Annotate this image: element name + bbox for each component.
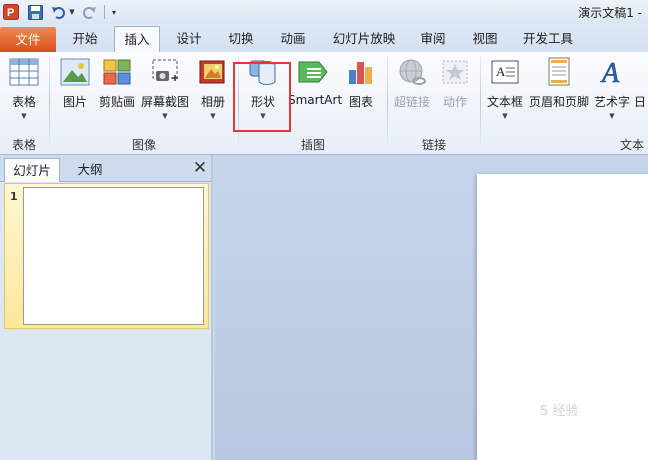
tab-slideshow[interactable]: 幻灯片放映 <box>326 26 402 52</box>
tab-animations[interactable]: 动画 <box>270 26 316 52</box>
tab-slides[interactable]: 幻灯片 <box>4 158 60 182</box>
smartart-button[interactable]: SmartArt <box>288 56 343 128</box>
hyperlink-label: 超链接 <box>393 95 430 109</box>
group-label-images: 图像 <box>131 138 156 152</box>
textbox-icon: A <box>489 56 521 88</box>
clipart-icon <box>101 56 133 88</box>
group-label-illustrations: 插图 <box>300 138 325 152</box>
hyperlink-globe-icon <box>396 56 428 88</box>
chevron-down-icon: ▼ <box>162 112 168 120</box>
smartart-icon <box>297 56 329 88</box>
picture-button[interactable]: 图片 <box>56 56 94 128</box>
chart-icon <box>345 56 377 88</box>
clipart-button[interactable]: 剪贴画 <box>96 56 138 128</box>
picture-label: 图片 <box>62 95 87 109</box>
shapes-highlight-box <box>233 62 291 132</box>
action-button[interactable]: 动作 <box>436 56 474 128</box>
tab-view[interactable]: 视图 <box>462 26 508 52</box>
ribbon-tab-row: 文件 开始 插入 设计 切换 动画 幻灯片放映 审阅 视图 开发工具 <box>0 24 648 54</box>
table-button[interactable]: 表格 ▼ <box>2 56 46 128</box>
tab-outline[interactable]: 大纲 <box>62 158 118 181</box>
header-footer-button[interactable]: 页眉和页脚 <box>528 56 590 128</box>
album-button[interactable]: 相册 ▼ <box>194 56 232 128</box>
date-icon <box>634 56 648 88</box>
action-label: 动作 <box>442 95 467 109</box>
group-label-text: 文本 <box>620 138 645 152</box>
ribbon-insert: 表格 ▼ 表格 图片 剪贴画 屏幕截图 ▼ 相册 ▼ 图像 形状 ▼ Smart… <box>0 52 648 155</box>
group-divider <box>480 56 481 150</box>
svg-text:A: A <box>496 64 506 79</box>
screenshot-icon <box>149 56 181 88</box>
hyperlink-button[interactable]: 超链接 <box>390 56 434 128</box>
tab-design[interactable]: 设计 <box>166 26 212 52</box>
close-icon[interactable]: ✕ <box>192 160 208 177</box>
action-star-icon <box>439 56 471 88</box>
chart-label: 图表 <box>348 95 373 109</box>
date-label: 日 <box>634 95 647 109</box>
table-icon <box>8 56 40 88</box>
tab-insert[interactable]: 插入 <box>114 26 160 54</box>
tab-file[interactable]: 文件 <box>0 27 56 52</box>
powerpoint-app-icon[interactable]: P <box>2 3 20 21</box>
qat-separator <box>102 3 106 21</box>
slides-panel-tabs: 幻灯片 大纲 <box>0 155 211 182</box>
table-label: 表格 <box>11 95 36 109</box>
watermark: S 经验 <box>540 404 579 419</box>
window-title: 演示文稿1 - <box>578 6 642 20</box>
slide-thumbnail[interactable] <box>23 187 204 325</box>
clipart-label: 剪贴画 <box>98 95 135 109</box>
tab-transitions[interactable]: 切换 <box>218 26 264 52</box>
textbox-button[interactable]: A 文本框 ▼ <box>484 56 526 128</box>
svg-text:P: P <box>7 7 14 19</box>
wordart-icon: A <box>596 56 628 88</box>
save-icon[interactable] <box>26 3 44 21</box>
wordart-label: 艺术字 <box>593 95 630 109</box>
wordart-button[interactable]: A 艺术字 ▼ <box>592 56 632 128</box>
undo-dropdown-icon[interactable]: ▼ <box>67 3 77 21</box>
date-time-button[interactable]: 日 <box>634 56 648 128</box>
slide-number: 1 <box>10 190 18 203</box>
screenshot-label: 屏幕截图 <box>140 95 189 109</box>
header-footer-icon <box>543 56 575 88</box>
customize-qat-icon[interactable]: ▾ <box>108 3 120 21</box>
group-label-tables: 表格 <box>11 138 36 152</box>
svg-text:A: A <box>600 58 620 87</box>
tab-home[interactable]: 开始 <box>62 26 108 52</box>
tab-review[interactable]: 审阅 <box>410 26 456 52</box>
chevron-down-icon: ▼ <box>609 112 615 120</box>
screenshot-button[interactable]: 屏幕截图 ▼ <box>140 56 190 128</box>
picture-icon <box>59 56 91 88</box>
smartart-label: SmartArt <box>288 93 343 107</box>
group-label-links: 链接 <box>421 138 446 152</box>
chart-button[interactable]: 图表 <box>342 56 380 128</box>
album-label: 相册 <box>200 95 225 109</box>
header-footer-label: 页眉和页脚 <box>528 95 589 109</box>
undo-icon[interactable] <box>50 3 66 21</box>
textbox-label: 文本框 <box>486 95 523 109</box>
chevron-down-icon: ▼ <box>502 112 508 120</box>
tab-developer[interactable]: 开发工具 <box>516 26 580 52</box>
photo-album-icon <box>197 56 229 88</box>
redo-icon[interactable] <box>81 3 97 21</box>
chevron-down-icon: ▼ <box>210 112 216 120</box>
title-bar <box>0 0 648 24</box>
chevron-down-icon: ▼ <box>21 112 27 120</box>
